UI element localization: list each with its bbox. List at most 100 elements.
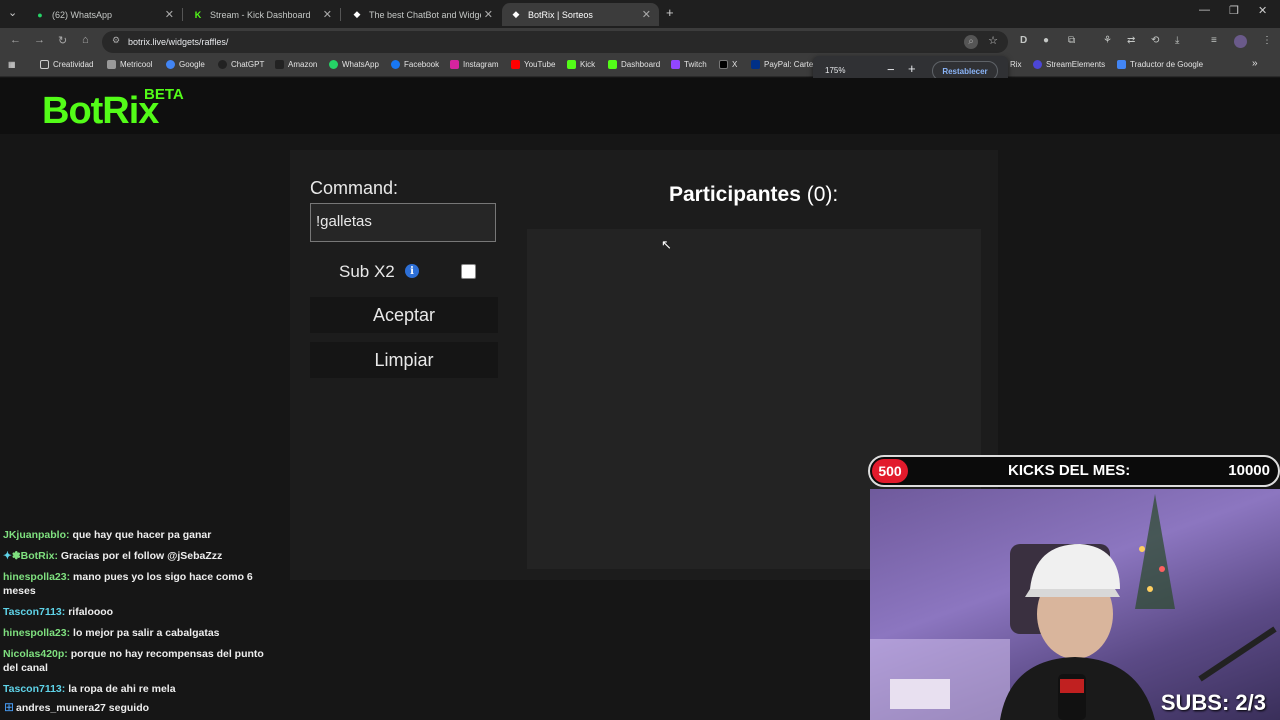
forward-icon[interactable]: →	[34, 34, 45, 46]
zoom-out-button[interactable]: −	[887, 62, 895, 77]
tab-botrix-sorteos[interactable]: ◆ BotRix | Sorteos ✕	[502, 3, 659, 26]
sub-x2-label: Sub X2	[339, 262, 395, 281]
tab-label: (62) WhatsApp	[52, 9, 113, 20]
bookmark-botrix[interactable]: Rix	[1010, 60, 1022, 69]
accept-button[interactable]: Aceptar	[310, 297, 498, 333]
more-bookmarks-icon[interactable]: »	[1252, 58, 1258, 69]
info-icon[interactable]: i	[405, 264, 419, 278]
puzzle-icon[interactable]: ⧉	[1068, 35, 1075, 46]
chat-message: JKjuanpablo: que hay que hacer pa ganar	[3, 529, 212, 541]
tab-label: The best ChatBot and Widgets	[369, 9, 481, 20]
bookmark-chatgpt[interactable]: ChatGPT	[218, 60, 264, 69]
bookmark-whatsapp[interactable]: WhatsApp	[329, 60, 379, 69]
menu-icon[interactable]: ⋮	[1262, 35, 1272, 46]
extension-icon[interactable]: ⚘	[1103, 35, 1112, 46]
tab-kick-dashboard[interactable]: K Stream - Kick Dashboard ✕	[184, 3, 341, 26]
tab-label: BotRix | Sorteos	[528, 9, 593, 20]
instagram-icon	[450, 60, 459, 69]
bookmark-youtube[interactable]: YouTube	[511, 60, 555, 69]
bookmark-paypal[interactable]: PayPal: Carter	[751, 60, 816, 69]
webcam-feed: SUBS: 2/3	[870, 489, 1280, 720]
kick-icon: K	[194, 9, 202, 20]
participants-count: (0):	[806, 183, 839, 206]
reading-list-icon[interactable]: ≡	[1211, 35, 1217, 46]
new-tab-icon[interactable]: +	[666, 5, 674, 20]
folder-icon	[40, 60, 49, 69]
amazon-icon	[275, 60, 284, 69]
star-icon[interactable]: ☆	[988, 34, 998, 47]
twitch-icon	[671, 60, 680, 69]
zoom-in-button[interactable]: +	[908, 61, 916, 76]
back-icon[interactable]: ←	[10, 34, 21, 46]
bookmark-creatividad[interactable]: Creatividad	[40, 60, 93, 69]
chat-message: ✦✽BotRix: Gracias por el follow @jSebaZz…	[3, 550, 223, 562]
bookmarks-bar: ▦ Creatividad Metricool Google ChatGPT A…	[0, 56, 1280, 77]
download-icon[interactable]: ⤓	[1175, 35, 1179, 46]
minimize-icon[interactable]: —	[1199, 4, 1210, 16]
kicks-goal-bar: 500 KICKS DEL MES: 10000	[868, 455, 1280, 487]
reload-icon[interactable]: ↻	[58, 34, 67, 47]
chatgpt-icon	[218, 60, 227, 69]
bookmark-instagram[interactable]: Instagram	[450, 60, 499, 69]
extension-icon[interactable]: ●	[1043, 35, 1049, 46]
chat-message: hinespolla23: mano pues yo los sigo hace…	[3, 571, 253, 597]
command-label: Command:	[310, 178, 399, 198]
bookmark-google[interactable]: Google	[166, 60, 205, 69]
extension-d-icon[interactable]: D	[1020, 35, 1027, 46]
kicks-current: 500	[872, 459, 908, 483]
participants-label: Participantes	[669, 183, 801, 206]
kicks-label: KICKS DEL MES:	[1008, 462, 1131, 479]
kicks-goal: 10000	[1228, 462, 1270, 479]
history-icon[interactable]: ⟲	[1151, 35, 1159, 46]
close-icon[interactable]: ✕	[484, 8, 493, 21]
kick-icon	[608, 60, 617, 69]
chat-message: Nicolas420p: porque no hay recompensas d…	[3, 648, 264, 674]
clear-button[interactable]: Limpiar	[310, 342, 498, 378]
translate-icon[interactable]: ⇄	[1127, 35, 1135, 46]
url-text: botrix.live/widgets/raffles/	[128, 37, 229, 47]
sub-x2-checkbox[interactable]	[461, 264, 476, 279]
streamelements-icon	[1033, 60, 1042, 69]
facebook-icon	[391, 60, 400, 69]
close-window-icon[interactable]: ✕	[1258, 4, 1267, 17]
apps-icon[interactable]: ▦	[8, 60, 16, 69]
address-bar-row: ← → ↻ ⌂ ⚙ botrix.live/widgets/raffles/ ⌕…	[0, 28, 1280, 56]
bookmark-twitch[interactable]: Twitch	[671, 60, 707, 69]
tab-whatsapp[interactable]: ● (62) WhatsApp ✕	[26, 3, 183, 26]
whatsapp-icon: ●	[37, 9, 43, 20]
chat-message: hinespolla23: lo mejor pa salir a cabalg…	[3, 627, 220, 639]
bookmark-amazon[interactable]: Amazon	[275, 60, 317, 69]
bookmark-kick[interactable]: Kick	[567, 60, 595, 69]
site-info-icon[interactable]: ⚙	[112, 35, 120, 46]
google-icon	[166, 60, 175, 69]
home-icon[interactable]: ⌂	[82, 34, 89, 46]
participants-title: Participantes (0):	[669, 183, 838, 207]
close-icon[interactable]: ✕	[642, 8, 651, 21]
bookmark-facebook[interactable]: Facebook	[391, 60, 439, 69]
follow-alert: andres_munera27 seguido	[16, 702, 150, 714]
paypal-icon	[751, 60, 760, 69]
avatar[interactable]	[1234, 35, 1247, 48]
bookmark-streamelements[interactable]: StreamElements	[1033, 60, 1105, 69]
botrix-logo[interactable]: BotRix	[42, 90, 159, 133]
url-input[interactable]: ⚙ botrix.live/widgets/raffles/ ⌕ ☆	[102, 31, 1008, 53]
mouse-cursor-icon: ↖	[661, 237, 672, 252]
bookmark-x[interactable]: X	[719, 60, 737, 69]
windows-start-icon[interactable]: ⊞	[4, 700, 14, 714]
kick-icon	[567, 60, 576, 69]
bookmark-dashboard[interactable]: Dashboard	[608, 60, 660, 69]
x-icon	[719, 60, 728, 69]
close-icon[interactable]: ✕	[323, 8, 332, 21]
tab-botrix-home[interactable]: ◆ The best ChatBot and Widgets ✕	[343, 3, 501, 26]
tab-bar: ⌄ ● (62) WhatsApp ✕ K Stream - Kick Dash…	[0, 0, 1280, 28]
site-header: BotRix BETA	[0, 78, 1280, 134]
close-icon[interactable]: ✕	[165, 8, 174, 21]
bookmark-metricool[interactable]: Metricool	[107, 60, 152, 69]
restore-icon[interactable]: ❐	[1229, 4, 1239, 17]
botrix-icon: ◆	[353, 9, 361, 19]
youtube-icon	[511, 60, 520, 69]
bookmark-translate[interactable]: Traductor de Google	[1117, 60, 1203, 69]
zoom-icon[interactable]: ⌕	[964, 35, 978, 49]
tab-search-icon[interactable]: ⌄	[8, 6, 17, 19]
command-input[interactable]: !galletas	[310, 203, 496, 242]
